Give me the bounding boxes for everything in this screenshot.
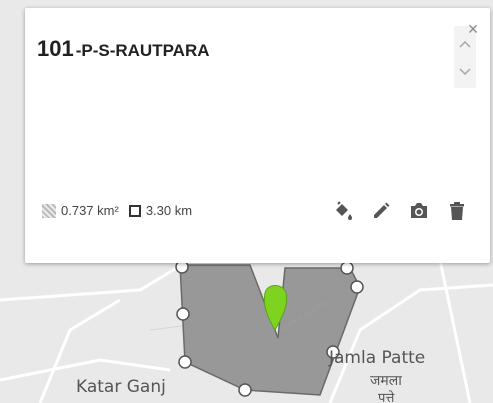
map-label-jamla-hindi: जमला xyxy=(370,373,402,389)
feature-title-number: 101 xyxy=(37,36,74,61)
hatched-square-icon xyxy=(42,203,56,218)
paint-bucket-icon xyxy=(336,201,352,220)
map-label-patte-hindi: पत्ते xyxy=(378,390,395,403)
area-stat: 0.737 km² xyxy=(42,203,119,218)
feature-info-card: 101 -P-S-RAUTPARA × 0.737 km² 3.30 km xyxy=(25,8,490,263)
close-icon[interactable]: × xyxy=(464,20,482,38)
fill-color-button[interactable] xyxy=(330,198,356,224)
edit-button[interactable] xyxy=(368,198,394,224)
feature-measurements: 0.737 km² 3.30 km xyxy=(42,203,202,218)
square-outline-icon xyxy=(128,204,141,217)
chevron-up-icon[interactable] xyxy=(457,38,473,50)
feature-actions xyxy=(318,198,470,224)
length-value: 3.30 km xyxy=(145,203,193,218)
feature-title: 101 -P-S-RAUTPARA xyxy=(37,36,210,62)
trash-icon xyxy=(450,202,464,220)
photo-button[interactable] xyxy=(406,198,432,224)
length-stat: 3.30 km xyxy=(128,203,193,218)
pencil-icon xyxy=(374,202,390,218)
map-label-jamla-patte: Jamla Patte xyxy=(328,348,425,368)
chevron-down-icon[interactable] xyxy=(457,66,473,78)
delete-button[interactable] xyxy=(444,198,470,224)
feature-title-name: -P-S-RAUTPARA xyxy=(75,41,210,60)
map-label-katar-ganj: Katar Ganj xyxy=(76,377,166,397)
camera-icon xyxy=(411,203,427,218)
area-value: 0.737 km² xyxy=(61,203,119,218)
